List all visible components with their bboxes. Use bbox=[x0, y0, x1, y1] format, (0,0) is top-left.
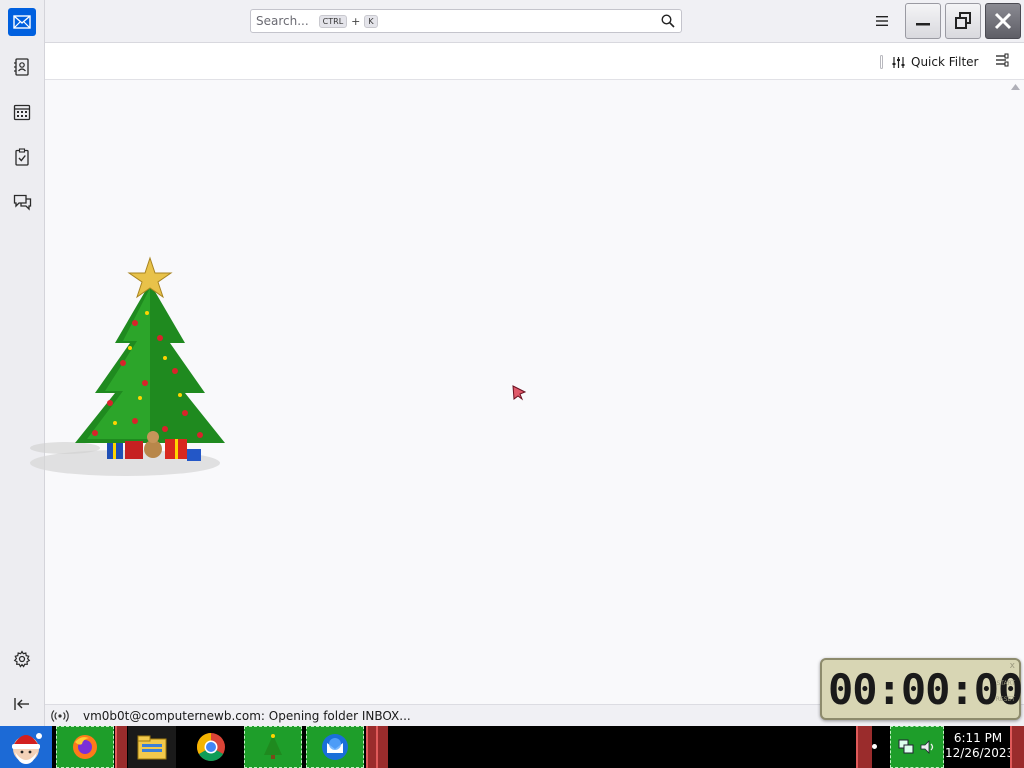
message-list-toolbar: Quick Filter bbox=[45, 43, 1024, 80]
tray-dot bbox=[872, 744, 877, 749]
volume-icon[interactable] bbox=[919, 738, 937, 756]
scroll-up-arrow-icon[interactable] bbox=[1007, 81, 1024, 93]
chat-icon bbox=[13, 194, 31, 211]
spaces-calendar-button[interactable] bbox=[8, 98, 36, 126]
taskbar-firefox[interactable] bbox=[56, 726, 114, 768]
mouse-cursor-icon bbox=[512, 385, 527, 401]
clock-date: 12/26/2023 bbox=[945, 746, 1015, 760]
close-icon bbox=[994, 12, 1012, 30]
quick-filter-label: Quick Filter bbox=[911, 55, 979, 69]
timer-reset-button[interactable]: RESET bbox=[996, 696, 1015, 703]
minimize-button[interactable] bbox=[905, 3, 941, 39]
tray-separator bbox=[856, 726, 872, 768]
start-button[interactable] bbox=[0, 726, 52, 768]
address-book-icon bbox=[14, 58, 29, 76]
message-list-display-options-icon[interactable] bbox=[995, 53, 1009, 67]
ctrl-key-badge: CTRL bbox=[318, 14, 348, 28]
minimize-icon bbox=[916, 23, 930, 26]
clock-time: 6:11 PM bbox=[953, 731, 1003, 745]
shortcut-plus: + bbox=[351, 14, 361, 28]
quick-filter-button[interactable]: Quick Filter bbox=[880, 53, 978, 71]
restore-icon bbox=[955, 12, 971, 29]
taskbar-chrome[interactable] bbox=[186, 726, 236, 768]
online-status-icon[interactable] bbox=[51, 709, 69, 723]
spaces-address-book-button[interactable] bbox=[8, 53, 36, 81]
tasks-icon bbox=[15, 148, 29, 166]
system-tray[interactable] bbox=[890, 726, 944, 768]
taskbar-clock[interactable]: 6:11 PM 12/26/2023 bbox=[945, 731, 1015, 761]
calendar-icon bbox=[13, 104, 31, 121]
file-explorer-icon bbox=[137, 735, 167, 760]
restore-button[interactable] bbox=[945, 3, 981, 39]
taskbar-file-explorer[interactable] bbox=[128, 726, 176, 768]
spaces-mail-button[interactable] bbox=[8, 8, 36, 36]
gear-icon bbox=[13, 650, 31, 668]
chrome-icon bbox=[197, 733, 225, 761]
message-list-scrollbar[interactable] bbox=[1007, 81, 1024, 704]
show-desktop-button[interactable] bbox=[1010, 726, 1024, 768]
quick-filter-icon bbox=[892, 56, 905, 68]
taskbar-thunderbird[interactable] bbox=[306, 726, 364, 768]
taskbar-christmas-tree-app[interactable] bbox=[244, 726, 302, 768]
search-placeholder: Search... bbox=[256, 14, 309, 28]
title-bar: Search... CTRL + K bbox=[0, 0, 1024, 43]
collapse-left-icon bbox=[14, 698, 29, 710]
firefox-icon bbox=[73, 735, 97, 759]
countdown-timer-widget[interactable]: x 00:00:00 START RESET bbox=[820, 658, 1023, 720]
christmas-tree-icon bbox=[264, 734, 282, 759]
k-key-badge: K bbox=[364, 14, 378, 28]
taskbar-separator bbox=[115, 726, 127, 768]
timer-start-button[interactable]: START bbox=[996, 680, 1015, 687]
christmas-tree-desktop-decoration bbox=[30, 256, 225, 476]
spaces-collapse-button[interactable] bbox=[8, 690, 36, 718]
hamburger-menu-icon[interactable] bbox=[874, 13, 890, 29]
spaces-chat-button[interactable] bbox=[8, 188, 36, 216]
taskbar-separator bbox=[376, 726, 388, 768]
search-icon[interactable] bbox=[661, 14, 675, 28]
close-window-button[interactable] bbox=[985, 3, 1021, 39]
santa-start-icon bbox=[12, 733, 42, 764]
thunderbird-icon bbox=[322, 734, 348, 760]
mail-icon bbox=[13, 15, 31, 29]
status-message: vm0b0t@computernewb.com: Opening folder … bbox=[83, 708, 411, 723]
network-icon[interactable] bbox=[897, 738, 915, 756]
taskbar: 6:11 PM 12/26/2023 bbox=[0, 726, 1024, 768]
spaces-tasks-button[interactable] bbox=[8, 143, 36, 171]
toolbar-divider bbox=[880, 55, 883, 69]
timer-display: 00:00:00 bbox=[828, 665, 1023, 714]
search-input[interactable]: Search... CTRL + K bbox=[250, 9, 682, 33]
spaces-settings-button[interactable] bbox=[8, 645, 36, 673]
